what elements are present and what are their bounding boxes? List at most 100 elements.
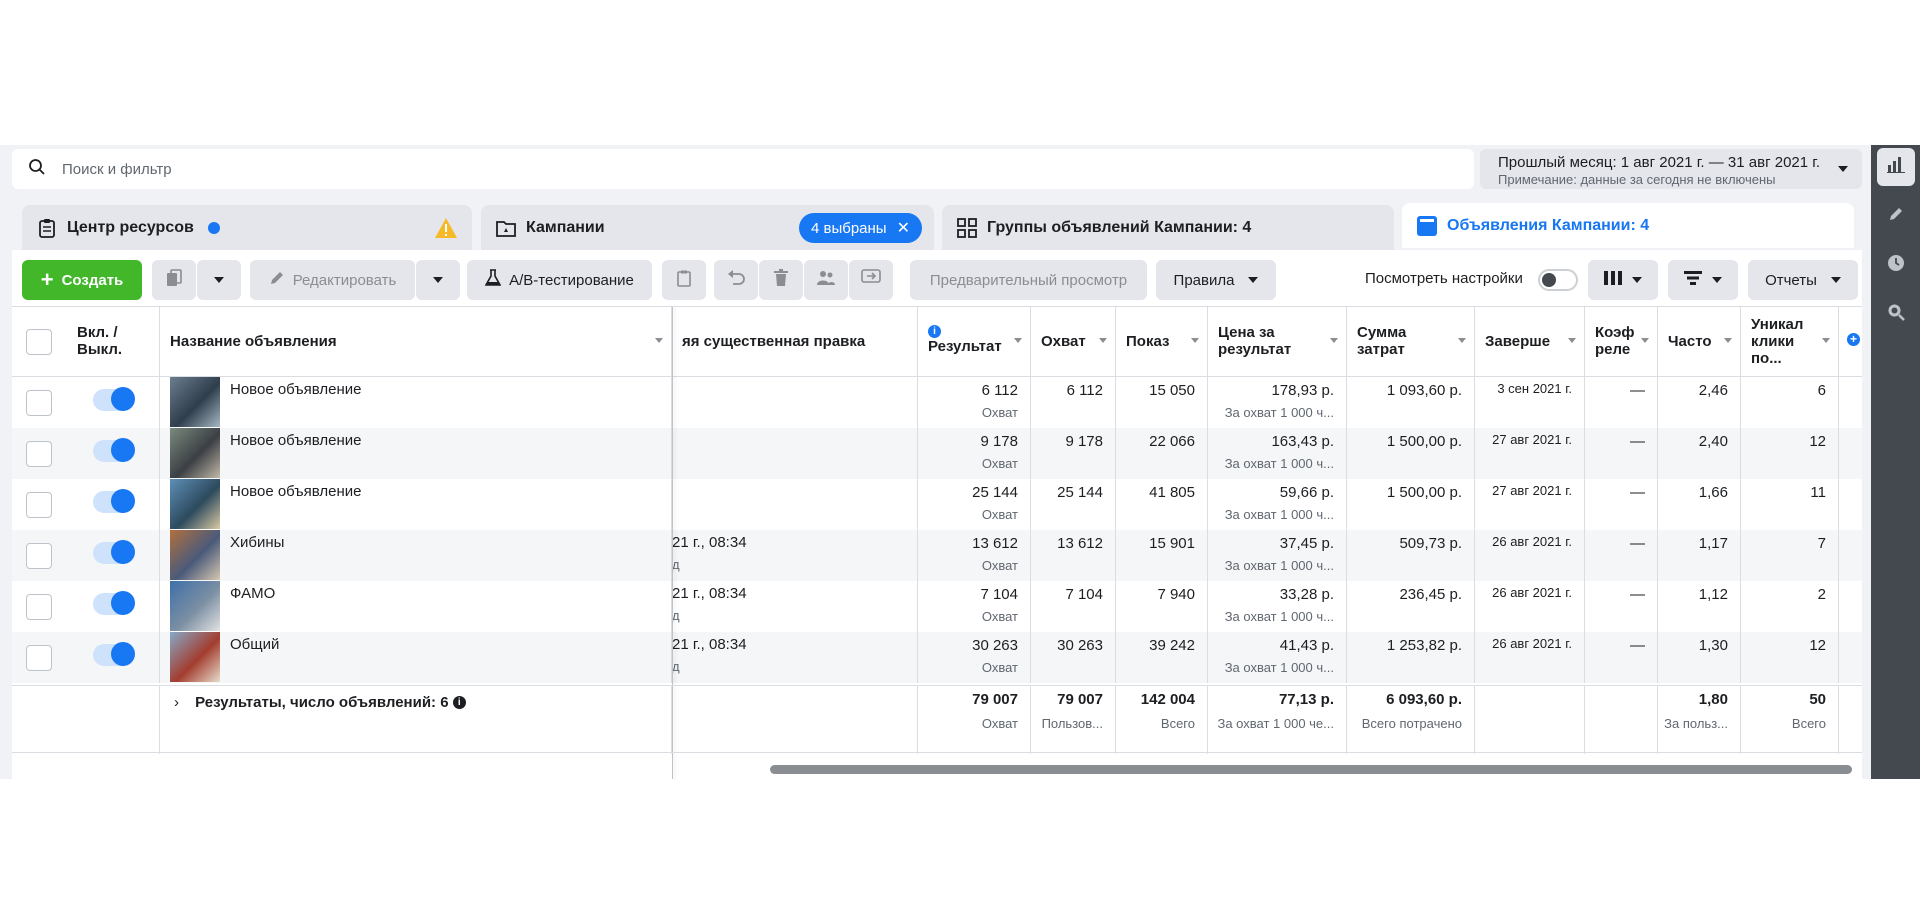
- duplicate-dropdown[interactable]: [197, 260, 241, 300]
- tab-campaigns[interactable]: Кампании 4 выбраны ✕: [481, 205, 934, 250]
- clicks-cell: 12: [1741, 428, 1839, 479]
- tab-ads[interactable]: Объявления Кампании: 4: [1402, 203, 1854, 248]
- col-cost-per-result[interactable]: Цена за результат: [1208, 307, 1347, 377]
- sort-icon[interactable]: [1330, 338, 1338, 343]
- ad-toggle[interactable]: [93, 489, 135, 513]
- row-checkbox[interactable]: [26, 492, 52, 518]
- ends-cell: 26 авг 2021 г.: [1475, 530, 1585, 581]
- clicks-cell: 11: [1741, 479, 1839, 530]
- add-column-button[interactable]: +: [1839, 307, 1862, 377]
- sort-icon[interactable]: [1458, 338, 1466, 343]
- plus-icon: +: [1847, 333, 1860, 346]
- col-impressions[interactable]: Показ: [1116, 307, 1208, 377]
- sort-icon[interactable]: [655, 338, 663, 343]
- impressions-cell: 15 050: [1116, 377, 1208, 428]
- row-checkbox[interactable]: [26, 390, 52, 416]
- chevron-right-icon[interactable]: ›: [174, 694, 179, 711]
- close-icon[interactable]: ✕: [897, 218, 910, 238]
- col-last-edit[interactable]: яя существенная правка: [672, 307, 918, 377]
- clipboard-button[interactable]: [662, 260, 706, 300]
- cpr-cell: 163,43 р. За охват 1 000 ч...: [1208, 428, 1347, 479]
- sort-icon[interactable]: [1724, 338, 1732, 343]
- col-frequency[interactable]: Часто: [1658, 307, 1741, 377]
- ab-test-button[interactable]: A/B-тестирование: [467, 260, 652, 300]
- select-all-checkbox[interactable]: [26, 329, 52, 355]
- ad-name-cell[interactable]: Хибины: [160, 530, 672, 581]
- row-checkbox[interactable]: [26, 594, 52, 620]
- delete-button[interactable]: [759, 260, 803, 300]
- reports-button[interactable]: Отчеты: [1748, 260, 1858, 300]
- view-settings-toggle[interactable]: [1538, 269, 1578, 291]
- sort-icon[interactable]: [1191, 338, 1199, 343]
- ad-toggle[interactable]: [93, 591, 135, 615]
- clicks-cell: 2: [1741, 581, 1839, 632]
- ad-name-cell[interactable]: Новое объявление: [160, 428, 672, 479]
- ad-toggle[interactable]: [93, 387, 135, 411]
- date-range-picker[interactable]: Прошлый месяц: 1 авг 2021 г. — 31 авг 20…: [1480, 149, 1862, 189]
- pencil-icon: [269, 270, 285, 290]
- col-ends[interactable]: Заверше: [1475, 307, 1585, 377]
- table-row[interactable]: Новое объявление 25 144 Охват 25 144 41 805 5…: [12, 479, 1862, 530]
- totals-empty: [12, 686, 160, 754]
- table-row[interactable]: Новое объявление 6 112 Охват 6 112 15 050 178…: [12, 377, 1862, 428]
- reach-cell: 9 178: [1031, 428, 1116, 479]
- sort-icon[interactable]: [1099, 338, 1107, 343]
- ad-thumbnail: [170, 581, 220, 631]
- audience-button[interactable]: [804, 260, 848, 300]
- col-reach[interactable]: Охват: [1031, 307, 1116, 377]
- col-unique-clicks[interactable]: Уникал клики по...: [1741, 307, 1839, 377]
- undo-button[interactable]: [714, 260, 758, 300]
- tab-resource-center[interactable]: Центр ресурсов: [22, 205, 472, 250]
- edit-button[interactable]: Редактировать: [250, 260, 415, 300]
- sort-icon[interactable]: [1641, 338, 1649, 343]
- chart-button[interactable]: [1877, 148, 1915, 186]
- row-checkbox[interactable]: [26, 441, 52, 467]
- ad-name-cell[interactable]: Новое объявление: [160, 377, 672, 428]
- ends-cell: 26 авг 2021 г.: [1475, 632, 1585, 683]
- ad-toggle[interactable]: [93, 540, 135, 564]
- chevron-down-icon: [433, 277, 443, 283]
- search-zoom-icon: [1887, 303, 1905, 326]
- row-checkbox[interactable]: [26, 645, 52, 671]
- sort-icon[interactable]: [1568, 338, 1576, 343]
- inspect-button[interactable]: [1877, 295, 1915, 333]
- warning-icon[interactable]: [434, 217, 458, 244]
- ad-toggle[interactable]: [93, 642, 135, 666]
- row-checkbox[interactable]: [26, 543, 52, 569]
- ad-name-cell[interactable]: Общий: [160, 632, 672, 683]
- tab-ad-sets[interactable]: Группы объявлений Кампании: 4: [942, 205, 1394, 250]
- breakdown-button[interactable]: [1668, 260, 1738, 300]
- duplicate-button[interactable]: [152, 260, 196, 300]
- ad-name-cell[interactable]: ФАМО: [160, 581, 672, 632]
- result-cell: 13 612 Охват: [918, 530, 1031, 581]
- selected-chip[interactable]: 4 выбраны ✕: [798, 213, 922, 243]
- preview-button[interactable]: Предварительный просмотр: [910, 260, 1147, 300]
- sort-icon[interactable]: [1014, 338, 1022, 343]
- result-value: 13 612: [972, 535, 1018, 552]
- ad-toggle[interactable]: [93, 438, 135, 462]
- table-row[interactable]: ФАМО 21 г., 08:34 д 7 104 Охват 7 104 7 940 33,…: [12, 581, 1862, 632]
- info-icon[interactable]: i: [452, 696, 466, 709]
- horizontal-scrollbar[interactable]: [770, 765, 1852, 774]
- create-button[interactable]: + Создать: [22, 260, 142, 300]
- history-button[interactable]: [1877, 246, 1915, 284]
- table-row[interactable]: Новое объявление 9 178 Охват 9 178 22 066 163…: [12, 428, 1862, 479]
- view-settings-label: Посмотреть настройки: [1365, 270, 1523, 287]
- sort-icon[interactable]: [1822, 338, 1830, 343]
- ad-name-cell[interactable]: Новое объявление: [160, 479, 672, 530]
- col-result[interactable]: i Результат: [918, 307, 1031, 377]
- info-icon[interactable]: i: [928, 325, 941, 338]
- reach-cell: 30 263: [1031, 632, 1116, 683]
- edit-dropdown[interactable]: [416, 260, 460, 300]
- rules-button[interactable]: Правила: [1156, 260, 1276, 300]
- col-ad-name[interactable]: Название объявления: [160, 307, 672, 377]
- share-button[interactable]: [849, 260, 893, 300]
- columns-button[interactable]: [1588, 260, 1658, 300]
- ad-thumbnail: [170, 377, 220, 427]
- col-spend[interactable]: Сумма затрат: [1347, 307, 1475, 377]
- table-row[interactable]: Общий 21 г., 08:34 д 30 263 Охват 30 263 39 24…: [12, 632, 1862, 683]
- edit-rail-button[interactable]: [1877, 197, 1915, 235]
- table-row[interactable]: Хибины 21 г., 08:34 д 13 612 Охват 13 612 15 9…: [12, 530, 1862, 581]
- search-input[interactable]: Поиск и фильтр: [12, 149, 1474, 189]
- col-relevance[interactable]: Коэф реле: [1585, 307, 1658, 377]
